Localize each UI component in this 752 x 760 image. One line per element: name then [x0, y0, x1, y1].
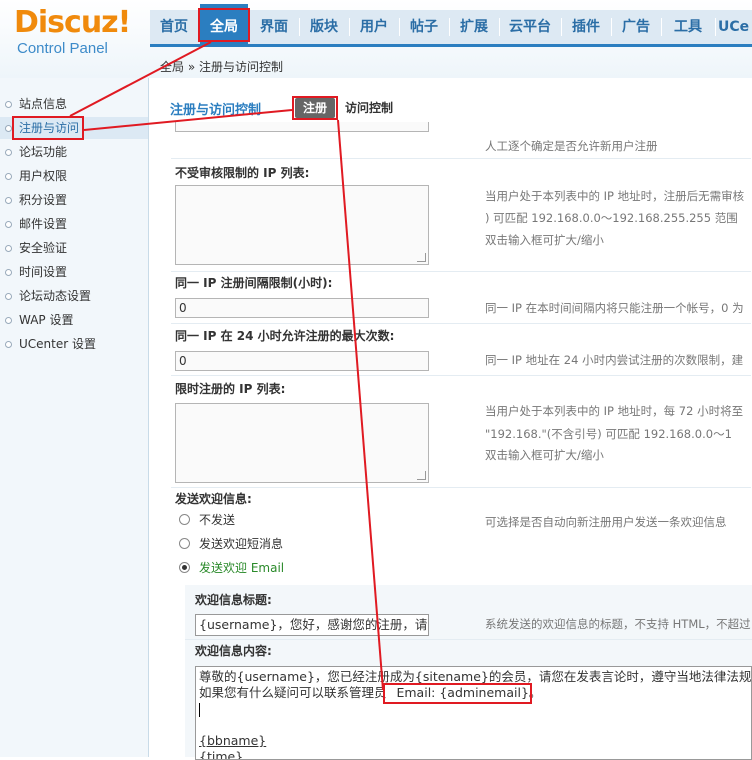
bullet-icon	[5, 293, 12, 300]
welcome-title-input[interactable]: {username}，您好，感谢您的注册，请阅	[195, 614, 429, 636]
nav-item-threads[interactable]: 帖子	[400, 10, 448, 44]
radio-icon[interactable]	[179, 514, 190, 525]
ip-limit-label: 限时注册的 IP 列表:	[175, 382, 286, 396]
bullet-icon	[5, 317, 12, 324]
radio-label: 不发送	[199, 513, 236, 527]
sidebar-item-label: UCenter 设置	[19, 337, 96, 351]
sidebar-item-label: 用户权限	[19, 169, 68, 183]
sidebar-item-label: 安全验证	[19, 241, 68, 255]
nav-item-home[interactable]: 首页	[150, 10, 198, 44]
content-line: {bbname}	[199, 733, 267, 748]
sidebar-item-label: 站点信息	[19, 97, 68, 111]
annotation-box-global-nav	[198, 8, 250, 42]
breadcrumb: 全局 » 注册与访问控制	[160, 60, 283, 74]
annotation-box-register-tab	[292, 96, 338, 120]
content-text: 如果您有什么疑问可以联系管理员	[199, 685, 391, 700]
resize-grip-icon[interactable]	[417, 253, 426, 262]
row-divider	[171, 158, 751, 159]
sidebar-item-ucenter[interactable]: UCenter 设置	[0, 333, 148, 355]
welcome-label: 发送欢迎信息:	[175, 492, 252, 506]
sidebar-item-label: 积分设置	[19, 193, 68, 207]
ip-max24-hint: 同一 IP 地址在 24 小时内尝试注册的次数限制，建	[485, 353, 744, 367]
welcome-content-textarea[interactable]: 尊敬的{username}，您已经注册成为{sitename}的会员，请您在发表…	[195, 666, 752, 760]
header: Discuz! Control Panel 首页 全局 界面 版块 用户 帖子 …	[0, 0, 752, 78]
nav-item-forums[interactable]: 版块	[300, 10, 348, 44]
section-title: 注册与访问控制	[170, 103, 262, 118]
annotation-box-sidebar-item	[12, 116, 84, 140]
moderation-textarea[interactable]	[175, 122, 429, 132]
nav-item-ucenter[interactable]: UCe	[718, 10, 752, 44]
content-line	[199, 717, 748, 733]
logo: Discuz!	[14, 5, 131, 40]
text-caret	[199, 702, 200, 717]
ip-limit-hint: 当用户处于本列表中的 IP 地址时，每 72 小时将至	[485, 404, 744, 418]
ip-exempt-label: 不受审核限制的 IP 列表:	[175, 166, 310, 180]
sidebar-item-user-permissions[interactable]: 用户权限	[0, 165, 148, 187]
bullet-icon	[5, 197, 12, 204]
radio-selected-icon[interactable]	[179, 562, 190, 573]
annotation-box-admin-email	[383, 683, 532, 704]
welcome-title-label: 欢迎信息标题:	[195, 593, 272, 607]
ip-limit-hint: 双击输入框可扩大/缩小	[485, 448, 604, 462]
nav-item-tools[interactable]: 工具	[662, 10, 714, 44]
bullet-icon	[5, 269, 12, 276]
nav-divider	[715, 18, 716, 36]
welcome-hint: 可选择是否自动向新注册用户发送一条欢迎信息	[485, 515, 727, 529]
sidebar: 站点信息 注册与访问 论坛功能 用户权限 积分设置 邮件设置 安全验证 时间设置…	[0, 78, 149, 757]
main-content: 注册与访问控制 注册 访问控制 人工逐个确定是否允许新用户注册 不受审核限制的 …	[149, 78, 752, 760]
bullet-icon	[5, 341, 12, 348]
sidebar-item-label: WAP 设置	[19, 313, 74, 327]
ip-interval-hint: 同一 IP 在本时间间隔内将只能注册一个帐号，0 为	[485, 301, 744, 315]
welcome-title-hint: 系统发送的欢迎信息的标题，不支持 HTML，不超过	[485, 617, 751, 631]
radio-label: 发送欢迎 Email	[199, 561, 285, 575]
bullet-icon	[5, 221, 12, 228]
row-divider	[171, 271, 751, 272]
ip-interval-input[interactable]: 0	[175, 298, 429, 318]
nav-item-plugins[interactable]: 插件	[562, 10, 610, 44]
welcome-content-label: 欢迎信息内容:	[195, 644, 272, 658]
sidebar-item-security[interactable]: 安全验证	[0, 237, 148, 259]
bullet-icon	[5, 245, 12, 252]
sidebar-item-time[interactable]: 时间设置	[0, 261, 148, 283]
nav-item-users[interactable]: 用户	[350, 10, 398, 44]
sidebar-item-forum-features[interactable]: 论坛功能	[0, 141, 148, 163]
content-line: {time}	[199, 749, 244, 760]
ip-exempt-textarea[interactable]	[175, 185, 429, 265]
ip-exempt-hint: 当用户处于本列表中的 IP 地址时，注册后无需审核	[485, 189, 745, 203]
sidebar-item-feed[interactable]: 论坛动态设置	[0, 285, 148, 307]
ip-max24-input[interactable]: 0	[175, 351, 429, 371]
bullet-icon	[5, 149, 12, 156]
logo-subtitle: Control Panel	[17, 40, 108, 57]
sidebar-item-label: 邮件设置	[19, 217, 68, 231]
bullet-icon	[5, 173, 12, 180]
nav-item-cloud[interactable]: 云平台	[500, 10, 560, 44]
nav-item-ads[interactable]: 广告	[612, 10, 660, 44]
nav-item-extend[interactable]: 扩展	[450, 10, 498, 44]
bullet-icon	[5, 101, 12, 108]
ip-limit-hint: "192.168."(不含引号) 可匹配 192.168.0.0～1	[485, 427, 732, 441]
ip-interval-label: 同一 IP 注册间隔限制(小时):	[175, 276, 333, 290]
row-divider	[171, 487, 751, 488]
bullet-icon	[5, 125, 12, 132]
row-divider	[171, 375, 751, 376]
radio-icon[interactable]	[179, 538, 190, 549]
sidebar-item-label: 论坛动态设置	[19, 289, 92, 303]
radio-label: 发送欢迎短消息	[199, 537, 284, 551]
moderation-hint: 人工逐个确定是否允许新用户注册	[485, 139, 658, 153]
sidebar-item-site-info[interactable]: 站点信息	[0, 93, 148, 115]
ip-exempt-hint: 双击输入框可扩大/缩小	[485, 233, 604, 247]
resize-grip-icon[interactable]	[417, 471, 426, 480]
sidebar-item-label: 论坛功能	[19, 145, 68, 159]
ip-max24-label: 同一 IP 在 24 小时允许注册的最大次数:	[175, 329, 395, 343]
sidebar-item-mail[interactable]: 邮件设置	[0, 213, 148, 235]
row-divider	[185, 639, 752, 640]
row-divider	[171, 323, 751, 324]
tab-access-control[interactable]: 访问控制	[345, 98, 393, 118]
sidebar-item-credits[interactable]: 积分设置	[0, 189, 148, 211]
sidebar-item-label: 时间设置	[19, 265, 68, 279]
sidebar-item-wap[interactable]: WAP 设置	[0, 309, 148, 331]
nav-item-interface[interactable]: 界面	[250, 10, 298, 44]
ip-exempt-hint: ) 可匹配 192.168.0.0～192.168.255.255 范围	[485, 211, 738, 225]
ip-limit-textarea[interactable]	[175, 403, 429, 483]
